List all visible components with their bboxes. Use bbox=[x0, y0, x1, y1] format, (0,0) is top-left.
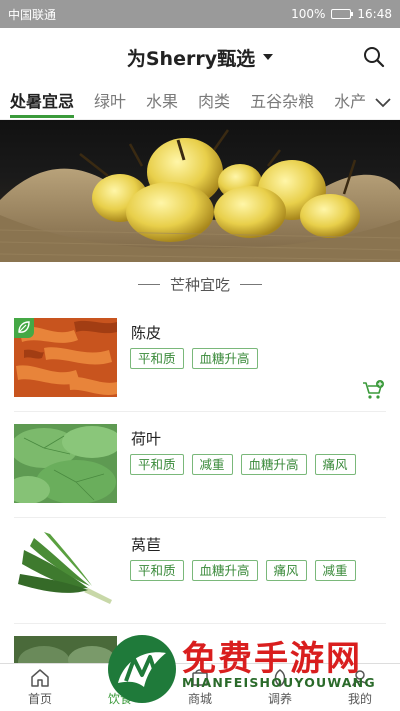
caret-down-icon bbox=[263, 54, 274, 60]
tab-label: 五谷杂粮 bbox=[250, 91, 315, 111]
tag[interactable]: 血糖升高 bbox=[191, 560, 258, 581]
search-icon[interactable] bbox=[362, 45, 386, 69]
watermark-title: 免费手游网 bbox=[182, 639, 362, 679]
tag-list: 平和质 血糖升高 痛风 减重 bbox=[130, 560, 356, 581]
battery-icon bbox=[331, 9, 354, 19]
tag[interactable]: 血糖升高 bbox=[240, 454, 307, 475]
food-name: 荷叶 bbox=[131, 430, 162, 448]
food-item-chenpi[interactable]: 陈皮 平和质 血糖升高 bbox=[14, 306, 386, 412]
tab-meat[interactable]: 肉类 bbox=[188, 86, 240, 119]
section-header: 芒种宜吃 bbox=[0, 262, 400, 306]
tag[interactable]: 减重 bbox=[191, 454, 233, 475]
tab-label: 处暑宜忌 bbox=[10, 89, 75, 118]
battery-percent: 100% bbox=[291, 7, 326, 21]
app-header: 为Sherry甄选 bbox=[0, 28, 400, 86]
tab-chushu[interactable]: 处暑宜忌 bbox=[0, 86, 84, 119]
nav-home[interactable]: 首页 bbox=[0, 664, 80, 711]
tag[interactable]: 平和质 bbox=[130, 454, 184, 475]
tab-label: 肉类 bbox=[198, 91, 231, 111]
tag[interactable]: 血糖升高 bbox=[191, 348, 258, 369]
site-watermark: 免费手游网 MIANFEISHOUYOUWANG bbox=[100, 625, 400, 711]
header-title: 为Sherry甄选 bbox=[126, 47, 256, 70]
expand-tabs-button[interactable] bbox=[366, 86, 400, 119]
banner-image[interactable] bbox=[0, 120, 400, 262]
food-name: 莴苣 bbox=[131, 536, 162, 554]
header-title-dropdown[interactable]: 为Sherry甄选 bbox=[126, 44, 274, 71]
pears-basket-illustration bbox=[0, 129, 400, 262]
watermark-logo-icon bbox=[108, 635, 176, 703]
tag[interactable]: 痛风 bbox=[314, 454, 356, 475]
food-name: 陈皮 bbox=[131, 324, 162, 342]
section-title: 芒种宜吃 bbox=[169, 275, 230, 294]
nav-label: 首页 bbox=[27, 692, 52, 706]
home-icon bbox=[31, 669, 49, 687]
tag[interactable]: 平和质 bbox=[130, 560, 184, 581]
tag[interactable]: 痛风 bbox=[265, 560, 307, 581]
clock: 16:48 bbox=[357, 7, 392, 21]
chevron-down-icon bbox=[375, 98, 391, 108]
food-thumbnail bbox=[14, 424, 117, 503]
tab-fruit[interactable]: 水果 bbox=[136, 86, 188, 119]
tab-grains[interactable]: 五谷杂粮 bbox=[240, 86, 324, 119]
tab-label: 水果 bbox=[146, 91, 179, 111]
food-item-heye[interactable]: 荷叶 平和质 减重 血糖升高 痛风 bbox=[14, 412, 386, 518]
tab-label: 绿叶 bbox=[94, 91, 127, 111]
divider-line bbox=[137, 283, 160, 285]
tag[interactable]: 平和质 bbox=[130, 348, 184, 369]
category-tabs: 处暑宜忌 绿叶 水果 肉类 五谷杂粮 水产 bbox=[0, 86, 400, 120]
tag-list: 平和质 减重 血糖升高 痛风 bbox=[130, 454, 356, 475]
status-bar: 中国联通 100% 16:48 bbox=[0, 0, 400, 28]
watermark-subtitle: MIANFEISHOUYOUWANG bbox=[182, 675, 376, 690]
carrier-label: 中国联通 bbox=[8, 7, 57, 22]
food-thumbnail bbox=[14, 530, 117, 609]
divider-line bbox=[240, 283, 262, 285]
tab-greens[interactable]: 绿叶 bbox=[84, 86, 136, 119]
tag[interactable]: 减重 bbox=[314, 560, 356, 581]
add-to-cart-icon[interactable] bbox=[362, 380, 384, 400]
food-thumbnail bbox=[14, 318, 117, 397]
tag-list: 平和质 血糖升高 bbox=[130, 348, 258, 369]
leaf-badge-icon bbox=[14, 318, 34, 338]
food-item-woju[interactable]: 莴苣 平和质 血糖升高 痛风 减重 bbox=[14, 518, 386, 624]
tab-label: 水产 bbox=[334, 91, 367, 111]
